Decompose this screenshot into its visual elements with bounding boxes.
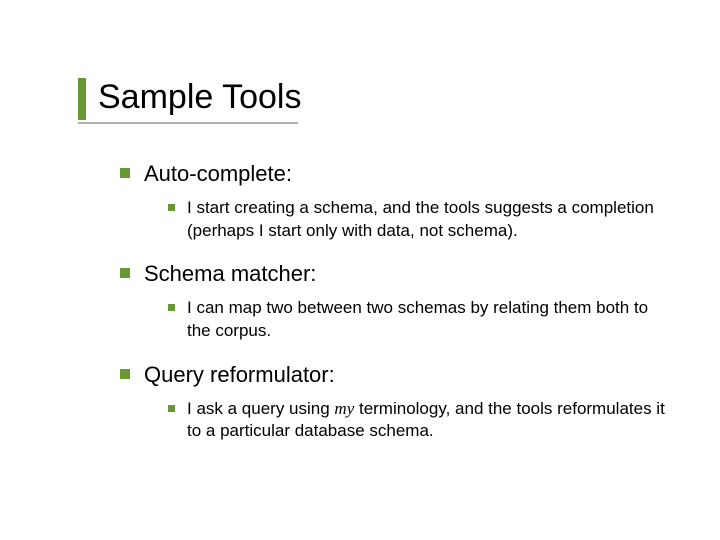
list-item: Query reformulator: I ask a query using … [120, 361, 670, 443]
square-bullet-icon [168, 405, 175, 412]
square-bullet-icon [168, 304, 175, 311]
item-label: Auto-complete: [144, 160, 292, 189]
sub-item-text: I ask a query using my terminology, and … [187, 398, 670, 444]
square-bullet-icon [168, 204, 175, 211]
content-area: Auto-complete: I start creating a schema… [120, 160, 670, 461]
title-underline [78, 122, 298, 124]
square-bullet-icon [120, 369, 130, 379]
title-accent-bar [78, 78, 86, 120]
sub-list-item: I ask a query using my terminology, and … [168, 398, 670, 444]
slide-title: Sample Tools [98, 78, 302, 117]
sub-item-text: I can map two between two schemas by rel… [187, 297, 670, 343]
square-bullet-icon [120, 268, 130, 278]
square-bullet-icon [120, 168, 130, 178]
sub-list-item: I can map two between two schemas by rel… [168, 297, 670, 343]
sub-text-pre: I ask a query using [187, 399, 334, 418]
list-item: Schema matcher: I can map two between tw… [120, 260, 670, 342]
item-label: Schema matcher: [144, 260, 316, 289]
sub-list-item: I start creating a schema, and the tools… [168, 197, 670, 243]
sub-text-emphasis: my [334, 399, 354, 418]
sub-item-text: I start creating a schema, and the tools… [187, 197, 670, 243]
item-label: Query reformulator: [144, 361, 335, 390]
list-item: Auto-complete: I start creating a schema… [120, 160, 670, 242]
slide: Sample Tools Auto-complete: I start crea… [0, 0, 720, 540]
